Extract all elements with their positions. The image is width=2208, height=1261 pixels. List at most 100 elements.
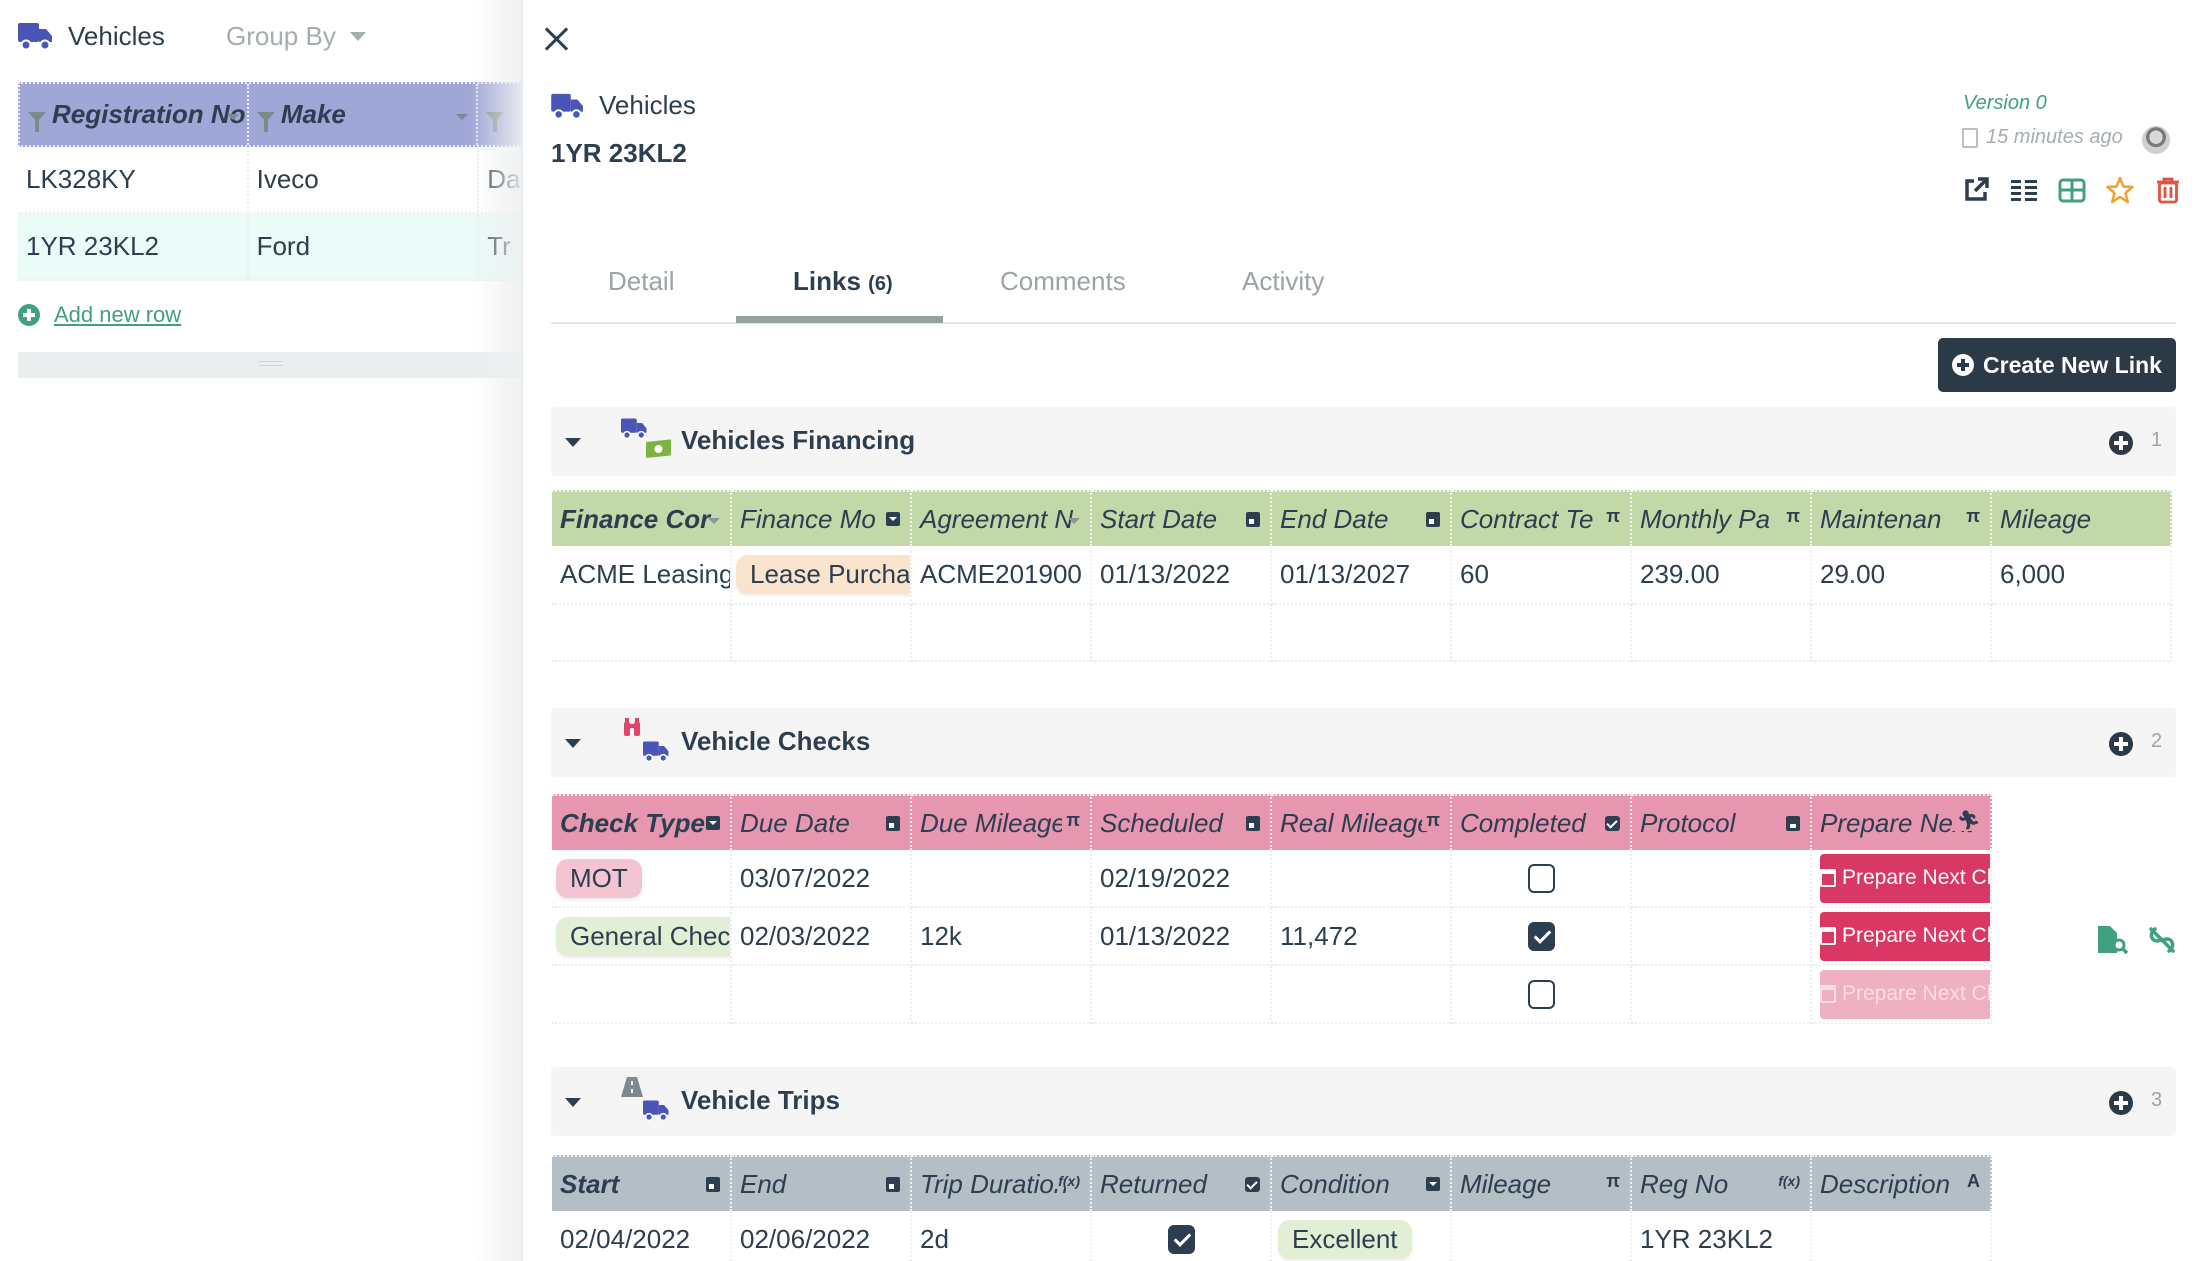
- table-cell[interactable]: 01/13/2027: [1272, 546, 1452, 605]
- cell-condition[interactable]: Excellent: [1272, 1211, 1452, 1261]
- column-header[interactable]: Start: [552, 1155, 732, 1211]
- column-header[interactable]: Maintenan π: [1812, 490, 1992, 546]
- table-row[interactable]: General Check 02/03/2022 12k 01/13/2022 11,4…: [552, 908, 1992, 966]
- column-header[interactable]: Trip Duration f(x): [912, 1155, 1092, 1211]
- cell-finance-model[interactable]: Lease Purchase: [732, 546, 912, 605]
- tab-links[interactable]: Links (6): [793, 266, 893, 297]
- add-link-button[interactable]: [2109, 1091, 2133, 1115]
- column-header-registration-no[interactable]: Registration No: [20, 84, 249, 145]
- column-header[interactable]: Prepare Next 🏃︎: [1812, 794, 1992, 850]
- cell-truncated[interactable]: Da: [479, 147, 522, 212]
- table-cell[interactable]: 29.00: [1812, 546, 1992, 605]
- column-menu-icon[interactable]: [226, 114, 239, 120]
- cell-protocol[interactable]: [1632, 850, 1812, 908]
- table-cell[interactable]: [1812, 605, 1992, 662]
- column-header[interactable]: Protocol: [1632, 794, 1812, 850]
- cell-due-mileage[interactable]: [912, 850, 1092, 908]
- cell-real-mileage[interactable]: [1272, 966, 1452, 1024]
- prepare-next-check-button[interactable]: Prepare Next Check: [1820, 969, 1990, 1019]
- version-label[interactable]: Version 0: [1963, 92, 2047, 115]
- column-menu-icon[interactable]: [455, 114, 468, 120]
- table-cell[interactable]: [552, 605, 732, 662]
- star-icon[interactable]: [2106, 176, 2134, 204]
- tab-activity[interactable]: Activity: [1242, 266, 1324, 297]
- cell-trip-duration[interactable]: 2d: [912, 1211, 1092, 1261]
- cell-prepare-next[interactable]: Prepare Next Check: [1812, 908, 1992, 966]
- add-link-button[interactable]: [2109, 732, 2133, 756]
- cell-description[interactable]: [1812, 1211, 1992, 1261]
- column-header[interactable]: Mileage π: [1452, 1155, 1632, 1211]
- unlink-icon[interactable]: [2147, 925, 2177, 955]
- filter-icon[interactable]: [28, 111, 46, 132]
- tab-comments[interactable]: Comments: [1000, 266, 1126, 297]
- column-header[interactable]: Description A: [1812, 1155, 1992, 1211]
- cell-due-date[interactable]: [732, 966, 912, 1024]
- cell-protocol[interactable]: [1632, 908, 1812, 966]
- column-header-truncated[interactable]: [478, 84, 522, 145]
- table-row-selected[interactable]: 1YR 23KL2 Ford Tr: [18, 214, 522, 281]
- add-new-row-link[interactable]: Add new row: [18, 302, 181, 328]
- cell-protocol[interactable]: [1632, 966, 1812, 1024]
- cell-due-mileage[interactable]: 12k: [912, 908, 1092, 966]
- column-header[interactable]: End Date: [1272, 490, 1452, 546]
- cell-due-mileage[interactable]: [912, 966, 1092, 1024]
- avatar[interactable]: [2142, 126, 2170, 154]
- column-header[interactable]: Reg No f(x): [1632, 1155, 1812, 1211]
- cell-real-mileage[interactable]: 11,472: [1272, 908, 1452, 966]
- column-header[interactable]: Finance Mo: [732, 490, 912, 546]
- cell-registration-no[interactable]: LK328KY: [18, 147, 249, 212]
- table-cell[interactable]: [1092, 605, 1272, 662]
- table-row[interactable]: 02/04/2022 02/06/2022 2d Excellent 1YR 23KL2: [552, 1211, 1992, 1261]
- cell-truncated[interactable]: Tr: [479, 214, 522, 279]
- breadcrumb-table[interactable]: Vehicles: [599, 90, 696, 121]
- cell-mileage[interactable]: [1452, 1211, 1632, 1261]
- cell-scheduled[interactable]: 01/13/2022: [1092, 908, 1272, 966]
- filter-icon[interactable]: [485, 111, 504, 132]
- column-header[interactable]: End: [732, 1155, 912, 1211]
- cell-due-date[interactable]: 02/03/2022: [732, 908, 912, 966]
- table-cell[interactable]: [1272, 605, 1452, 662]
- cell-registration-no[interactable]: 1YR 23KL2: [18, 214, 249, 279]
- cell-scheduled[interactable]: 02/19/2022: [1092, 850, 1272, 908]
- prepare-next-check-button[interactable]: Prepare Next Check: [1820, 911, 1990, 961]
- cell-prepare-next[interactable]: Prepare Next Check: [1812, 966, 1992, 1024]
- grid-view-icon[interactable]: [2058, 176, 2086, 204]
- prepare-next-check-button[interactable]: Prepare Next Check: [1820, 853, 1990, 903]
- cell-check-type[interactable]: MOT: [552, 850, 732, 908]
- column-header[interactable]: Condition: [1272, 1155, 1452, 1211]
- column-header-make[interactable]: Make: [249, 84, 478, 145]
- cell-completed[interactable]: [1452, 908, 1632, 966]
- table-cell[interactable]: [732, 605, 912, 662]
- column-header[interactable]: Scheduled: [1092, 794, 1272, 850]
- table-row[interactable]: MOT 03/07/2022 02/19/2022 Prepare Next Chec…: [552, 850, 1992, 908]
- cell-check-type[interactable]: General Check: [552, 908, 732, 966]
- table-row[interactable]: LK328KY Iveco Da: [18, 147, 522, 214]
- document-search-icon[interactable]: [2097, 925, 2129, 955]
- cell-prepare-next[interactable]: Prepare Next Check: [1812, 850, 1992, 908]
- cell-reg-no[interactable]: 1YR 23KL2: [1632, 1211, 1812, 1261]
- close-button[interactable]: [542, 24, 572, 54]
- cell-due-date[interactable]: 03/07/2022: [732, 850, 912, 908]
- column-header[interactable]: Returned: [1092, 1155, 1272, 1211]
- column-header[interactable]: Contract Te π: [1452, 490, 1632, 546]
- table-cell[interactable]: [1992, 605, 2172, 662]
- cell-returned[interactable]: [1092, 1211, 1272, 1261]
- collapse-toggle-icon[interactable]: [565, 739, 581, 748]
- table-cell[interactable]: 239.00: [1632, 546, 1812, 605]
- cell-real-mileage[interactable]: [1272, 850, 1452, 908]
- column-header[interactable]: Agreement N: [912, 490, 1092, 546]
- empty-row[interactable]: [552, 605, 2172, 662]
- group-by-dropdown[interactable]: Group By: [226, 14, 366, 58]
- collapse-toggle-icon[interactable]: [565, 1098, 581, 1107]
- cell-start[interactable]: 02/04/2022: [552, 1211, 732, 1261]
- table-cell[interactable]: [1452, 605, 1632, 662]
- create-new-link-button[interactable]: Create New Link: [1938, 338, 2176, 392]
- cell-completed[interactable]: [1452, 850, 1632, 908]
- table-cell[interactable]: 6,000: [1992, 546, 2172, 605]
- collapse-toggle-icon[interactable]: [565, 438, 581, 447]
- cell-scheduled[interactable]: [1092, 966, 1272, 1024]
- list-view-icon[interactable]: [2010, 176, 2038, 204]
- column-header[interactable]: Due Date: [732, 794, 912, 850]
- cell-make[interactable]: Iveco: [249, 147, 480, 212]
- filter-icon[interactable]: [256, 111, 275, 132]
